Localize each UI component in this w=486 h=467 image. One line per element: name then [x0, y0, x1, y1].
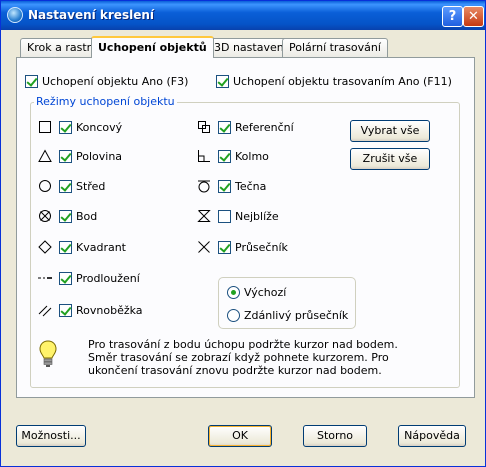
ok-button[interactable]: OK — [208, 425, 272, 447]
checkbox-box[interactable] — [59, 271, 72, 285]
extension-icon — [38, 277, 52, 279]
select-all-button[interactable]: Vybrat vše — [350, 120, 430, 142]
osnap-on-label: Uchopení objektu Ano (F3) — [42, 74, 189, 88]
tangent-icon — [198, 180, 210, 193]
mode-label: Koncový — [76, 120, 123, 134]
mode-extension[interactable]: Prodloužení — [59, 271, 140, 285]
tracking-on-checkbox[interactable]: Uchopení objektu trasovaním Ano (F11) — [216, 74, 452, 88]
mode-endpoint[interactable]: Koncový — [59, 120, 122, 134]
checkbox-box[interactable] — [218, 209, 231, 223]
osnap-on-checkbox[interactable]: Uchopení objektu Ano (F3) — [25, 74, 188, 88]
mode-label: Prodloužení — [76, 271, 140, 285]
tab-polar-tracking[interactable]: Polární trasování — [282, 38, 388, 57]
radio-circle[interactable] — [227, 285, 240, 299]
clear-all-button[interactable]: Zrušit vše — [350, 148, 430, 170]
checkbox-box[interactable] — [59, 149, 72, 163]
mode-tangent[interactable]: Tečna — [218, 179, 266, 193]
tracking-on-label: Uchopení objektu trasovaním Ano (F11) — [233, 74, 452, 88]
mode-center[interactable]: Střed — [59, 179, 105, 193]
help-button[interactable]: Nápověda — [398, 425, 466, 447]
mode-midpoint[interactable]: Polovina — [59, 149, 122, 163]
mode-label: Nejblíže — [235, 209, 279, 223]
mode-label: Polovina — [76, 149, 123, 163]
mode-label: Rovnoběžka — [76, 303, 143, 317]
mode-label: Střed — [76, 179, 106, 193]
mode-nearest[interactable]: Nejblíže — [218, 209, 279, 223]
mode-perpendicular[interactable]: Kolmo — [218, 149, 269, 163]
checkbox-box[interactable] — [59, 179, 72, 193]
checkbox-box[interactable] — [218, 240, 231, 254]
app-icon — [7, 7, 23, 23]
info-text: Pro trasování z bodu úchopu podržte kurz… — [88, 338, 398, 377]
radio-apparent-intersection[interactable]: Zdánlivý průsečník — [227, 308, 348, 322]
checkbox-box[interactable] — [59, 120, 72, 134]
help-title-button[interactable]: ? — [442, 6, 463, 27]
mode-label: Referenční — [235, 120, 294, 134]
radio-default[interactable]: Výchozí — [227, 285, 286, 299]
endpoint-icon — [39, 121, 51, 133]
snap-modes-group-label: Režimy uchopení objektu — [34, 95, 177, 108]
checkbox-box[interactable] — [216, 74, 229, 88]
radio-label: Výchozí — [244, 285, 287, 299]
lightbulb-icon — [39, 340, 57, 367]
mode-label: Kolmo — [235, 149, 269, 163]
checkbox-box[interactable] — [59, 240, 72, 254]
mode-label: Bod — [76, 209, 98, 223]
window-title: Nastavení kreslení — [28, 8, 154, 22]
tab-object-snap[interactable]: Uchopení objektů — [91, 36, 214, 58]
tab-snap-grid[interactable]: Krok a rastr — [20, 38, 99, 57]
mode-intersection[interactable]: Průsečník — [218, 240, 288, 254]
dialog-window: Nastavení kreslení ? ✕ Krok a rastr Ucho… — [0, 0, 486, 467]
radio-label: Zdánlivý průsečník — [244, 308, 349, 322]
node-icon — [39, 210, 51, 222]
tab-3d-settings[interactable]: 3D nastavení — [207, 38, 294, 57]
radio-circle[interactable] — [227, 308, 240, 322]
mode-quadrant[interactable]: Kvadrant — [59, 240, 126, 254]
midpoint-icon — [38, 149, 52, 162]
options-button[interactable]: Možnosti... — [16, 425, 86, 447]
title-bar[interactable]: Nastavení kreslení ? ✕ — [1, 1, 485, 30]
checkbox-box[interactable] — [218, 120, 231, 134]
mode-label: Kvadrant — [76, 240, 126, 254]
quadrant-icon — [38, 240, 52, 254]
mode-label: Tečna — [235, 179, 267, 193]
mode-reference[interactable]: Referenční — [218, 120, 294, 134]
checkbox-box[interactable] — [218, 179, 231, 193]
mode-parallel[interactable]: Rovnoběžka — [59, 303, 143, 317]
reference-icon — [198, 121, 210, 133]
center-icon — [39, 180, 51, 192]
nearest-icon — [197, 210, 211, 222]
mode-label: Průsečník — [235, 240, 288, 254]
perpendicular-icon — [198, 150, 210, 162]
mode-node[interactable]: Bod — [59, 209, 97, 223]
intersection-icon — [198, 241, 210, 253]
checkbox-box[interactable] — [59, 303, 72, 317]
cancel-button[interactable]: Storno — [303, 425, 367, 447]
checkbox-box[interactable] — [218, 149, 231, 163]
checkbox-box[interactable] — [59, 209, 72, 223]
parallel-icon — [38, 305, 52, 317]
checkbox-box[interactable] — [25, 74, 38, 88]
close-button[interactable]: ✕ — [463, 6, 484, 27]
